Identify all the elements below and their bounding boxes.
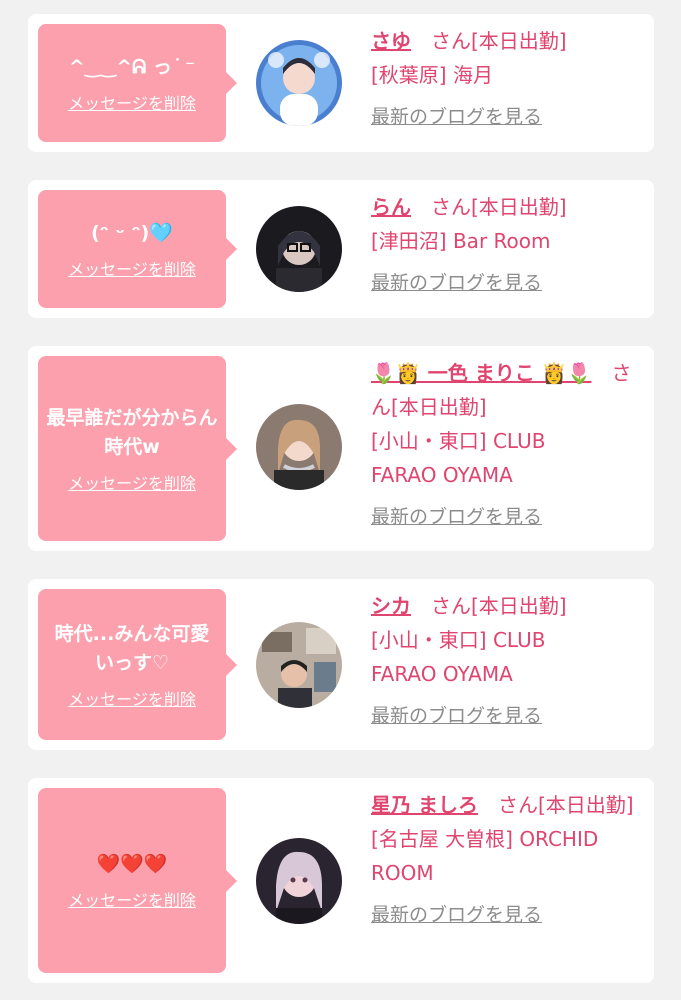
avatar-image	[256, 206, 342, 292]
avatar-image	[256, 622, 342, 708]
latest-blog-link[interactable]: 最新のブログを見る	[371, 898, 542, 932]
honorific: さん	[497, 793, 538, 817]
message-bubble: ❤️❤️❤️ メッセージを削除	[38, 788, 237, 973]
cast-info: シカ さん[本日出勤] [小山・東口] CLUB FARAO OYAMA 最新の…	[371, 589, 643, 733]
honorific: さん	[431, 195, 471, 219]
cast-name-link[interactable]: さゆ	[371, 29, 411, 53]
status-label: [本日出勤]	[471, 594, 567, 618]
message-text: ^‿‿^ᕱ っ ͘ ⁻	[68, 55, 196, 78]
cast-info: さゆ さん[本日出勤] [秋葉原] 海月 最新のブログを見る	[371, 24, 643, 134]
shop-name-cont: FARAO OYAMA	[371, 662, 513, 686]
avatar-image	[256, 838, 342, 924]
message-card: ❤️❤️❤️ メッセージを削除 星乃 ましろ さん[本日出勤] [名古屋 大曽根…	[28, 778, 654, 983]
message-bubble: (ᵔ ᵕ ᵔ)🩵 メッセージを削除	[38, 190, 237, 308]
message-bubble: 最早誰だが分からん時代w メッセージを削除	[38, 356, 237, 541]
cast-info: 星乃 ましろ さん[本日出勤] [名古屋 大曽根] ORCHID ROOM 最新…	[371, 788, 643, 932]
message-card: 最早誰だが分からん時代w メッセージを削除 🌷👸 一色 まりこ 👸🌷 さん[本日…	[28, 346, 654, 551]
message-card: 時代...みんな可愛いっす♡ メッセージを削除 シカ さん[本日出勤] [小山・…	[28, 579, 654, 750]
avatar[interactable]	[256, 838, 342, 924]
latest-blog-link[interactable]: 最新のブログを見る	[371, 100, 542, 134]
avatar[interactable]	[256, 206, 342, 292]
status-label: [本日出勤]	[537, 793, 634, 817]
shop-name: [小山・東口] CLUB	[371, 628, 546, 652]
message-bubble: 時代...みんな可愛いっす♡ メッセージを削除	[38, 589, 237, 740]
status-label: [本日出勤]	[391, 395, 487, 419]
avatar[interactable]	[256, 622, 342, 708]
avatar-image	[256, 404, 342, 490]
cast-name-link[interactable]: らん	[371, 195, 411, 219]
avatar-image	[256, 40, 342, 126]
shop-name: [名古屋 大曽根] ORCHID	[371, 827, 599, 851]
status-label: [本日出勤]	[471, 195, 567, 219]
avatar[interactable]	[256, 40, 342, 126]
cast-name-link[interactable]: 星乃 ましろ	[371, 793, 478, 817]
cast-name-link[interactable]: 🌷👸 一色 まりこ 👸🌷	[371, 361, 592, 385]
message-card: (ᵔ ᵕ ᵔ)🩵 メッセージを削除 らん さん[本日出勤] [津田沼] Bar …	[28, 180, 654, 318]
status-label: [本日出勤]	[471, 29, 567, 53]
shop-name-cont: FARAO OYAMA	[371, 463, 513, 487]
cast-info: 🌷👸 一色 まりこ 👸🌷 さん[本日出勤] [小山・東口] CLUB FARAO…	[371, 356, 643, 534]
latest-blog-link[interactable]: 最新のブログを見る	[371, 266, 542, 300]
delete-message-link[interactable]: メッセージを削除	[68, 90, 196, 114]
delete-message-link[interactable]: メッセージを削除	[68, 686, 196, 710]
message-text: 時代...みんな可愛いっす♡	[54, 622, 210, 674]
shop-name: [津田沼] Bar Room	[371, 229, 551, 253]
honorific: さん	[431, 29, 471, 53]
shop-name: [秋葉原] 海月	[371, 63, 493, 87]
message-card: ^‿‿^ᕱ っ ͘ ⁻ メッセージを削除 さゆ さん[本日出勤] [秋葉原] 海…	[28, 14, 654, 152]
shop-name-cont: ROOM	[371, 861, 434, 885]
delete-message-link[interactable]: メッセージを削除	[68, 470, 196, 494]
message-text: ❤️❤️❤️	[96, 853, 168, 875]
delete-message-link[interactable]: メッセージを削除	[68, 887, 196, 911]
shop-name: [小山・東口] CLUB	[371, 429, 546, 453]
message-bubble: ^‿‿^ᕱ っ ͘ ⁻ メッセージを削除	[38, 24, 237, 142]
honorific: さん	[431, 594, 471, 618]
avatar[interactable]	[256, 404, 342, 490]
message-text: (ᵔ ᵕ ᵔ)🩵	[90, 221, 174, 244]
cast-name-link[interactable]: シカ	[371, 594, 411, 618]
delete-message-link[interactable]: メッセージを削除	[68, 256, 196, 280]
message-text: 最早誰だが分からん時代w	[46, 406, 218, 458]
latest-blog-link[interactable]: 最新のブログを見る	[371, 699, 542, 733]
latest-blog-link[interactable]: 最新のブログを見る	[371, 500, 542, 534]
cast-info: らん さん[本日出勤] [津田沼] Bar Room 最新のブログを見る	[371, 190, 643, 300]
